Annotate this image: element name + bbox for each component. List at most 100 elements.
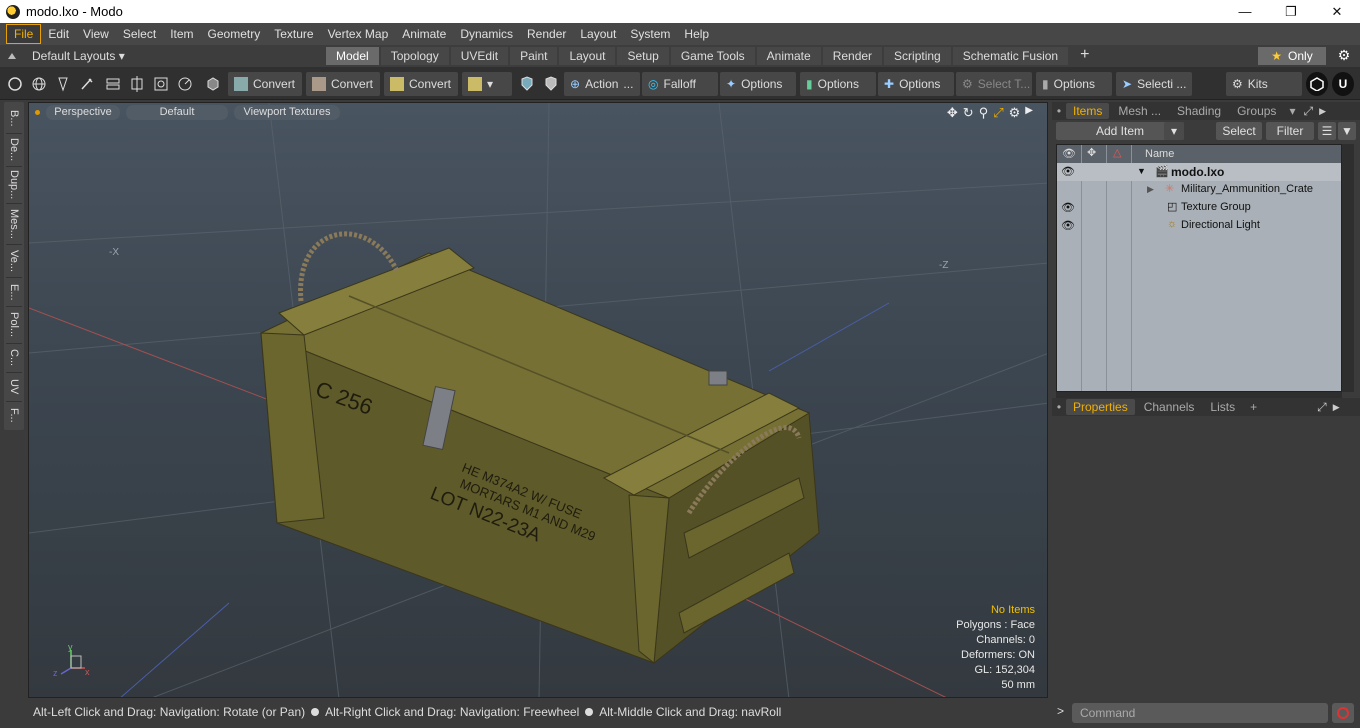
convert-button-1[interactable]: Convert — [228, 72, 302, 96]
options-button-2[interactable]: ▮ Options — [800, 72, 876, 96]
menu-animate[interactable]: Animate — [395, 25, 453, 43]
options-button-1[interactable]: ✦ Options — [720, 72, 796, 96]
menu-geometry[interactable]: Geometry — [201, 25, 268, 43]
menu-item[interactable]: Item — [163, 25, 200, 43]
menu-layout[interactable]: Layout — [573, 25, 623, 43]
menu-edit[interactable]: Edit — [41, 25, 76, 43]
tab-topology[interactable]: Topology — [380, 47, 449, 65]
kits-button[interactable]: ⚙ Kits — [1226, 72, 1302, 96]
panel-dot-icon[interactable]: • — [1052, 400, 1066, 414]
tab-uvedit[interactable]: UVEdit — [450, 47, 509, 65]
command-clear-icon[interactable] — [1332, 703, 1354, 723]
collapse-arrow-icon[interactable] — [8, 53, 16, 59]
add-tab-plus-icon[interactable]: + — [1070, 47, 1099, 65]
palette-tab-edge[interactable]: E... — [4, 279, 24, 305]
render-column-icon[interactable]: △ — [1113, 146, 1121, 159]
panel-dot-icon[interactable]: • — [1052, 104, 1066, 118]
menu-file[interactable]: File — [6, 24, 42, 44]
select-button[interactable]: Select — [1216, 122, 1262, 140]
maximize-view-icon[interactable]: ⤢ — [993, 105, 1003, 121]
viewport-expand-arrow-icon[interactable]: ▶ — [1025, 105, 1033, 121]
viewport-gear-icon[interactable]: ⚙ — [1009, 105, 1021, 121]
tab-mesh-ops[interactable]: Mesh ... — [1111, 103, 1168, 119]
palette-tab-uv[interactable]: UV — [4, 374, 24, 400]
funnel-filter-icon[interactable]: ▼ — [1338, 122, 1356, 140]
collapsed-arrow-icon[interactable]: ▶ — [1147, 184, 1154, 195]
menu-system[interactable]: System — [623, 25, 677, 43]
tab-items[interactable]: Items — [1066, 103, 1110, 119]
symmetry-icon[interactable] — [102, 72, 124, 96]
tab-shading[interactable]: Shading — [1170, 103, 1228, 119]
options-button-3[interactable]: ✚ Options — [878, 72, 954, 96]
item-row-mesh[interactable]: ▶ ✳ Military_Ammunition_Crate — [1057, 181, 1341, 199]
tab-layout[interactable]: Layout — [559, 47, 616, 65]
visibility-eye-icon[interactable]: 👁 — [1061, 219, 1075, 233]
name-column-header[interactable]: Name — [1145, 148, 1174, 160]
tab-animate[interactable]: Animate — [756, 47, 821, 65]
menu-view[interactable]: View — [76, 25, 116, 43]
add-item-dropdown-icon[interactable]: ▾ — [1164, 122, 1184, 140]
panel-expand-icon[interactable]: ▶ — [1333, 402, 1340, 413]
item-row-texture-group[interactable]: 👁 ◰ Texture Group — [1057, 199, 1341, 217]
palette-tab-duplicate[interactable]: Dup... — [4, 168, 24, 202]
action-center-icon[interactable] — [174, 72, 196, 96]
tab-paint[interactable]: Paint — [510, 47, 558, 65]
viewport-menu-dot-icon[interactable] — [35, 109, 40, 115]
palette-tab-deform[interactable]: De... — [4, 135, 24, 165]
pen-tool-icon[interactable] — [52, 72, 74, 96]
palette-tab-mesh[interactable]: Mes... — [4, 205, 24, 243]
menu-help[interactable]: Help — [677, 25, 716, 43]
convert-button-3[interactable]: Convert — [384, 72, 458, 96]
item-row-scene[interactable]: 👁 ▼ 🎬 modo.lxo — [1057, 163, 1341, 181]
tab-lists[interactable]: Lists — [1203, 399, 1242, 415]
tab-scripting[interactable]: Scripting — [884, 47, 951, 65]
globe-icon[interactable] — [28, 72, 50, 96]
maximize-button[interactable]: ❐ — [1268, 0, 1314, 23]
tab-channels[interactable]: Channels — [1137, 399, 1202, 415]
expand-arrow-icon[interactable]: ▼ — [1137, 166, 1146, 176]
tab-groups[interactable]: Groups — [1230, 103, 1283, 119]
only-toggle[interactable]: ★ Only — [1258, 47, 1326, 65]
menu-dynamics[interactable]: Dynamics — [453, 25, 520, 43]
pan-move-icon[interactable]: ✥ — [947, 105, 958, 121]
tab-model[interactable]: Model — [326, 47, 379, 65]
palette-tab-basic[interactable]: B... — [4, 104, 24, 132]
select-vertices-icon[interactable] — [4, 72, 26, 96]
tab-schematic-fusion[interactable]: Schematic Fusion — [952, 47, 1069, 65]
selection-button[interactable]: ➤ Selecti ... — [1116, 72, 1192, 96]
list-options-icon[interactable]: ☰ — [1318, 122, 1336, 140]
brush-icon[interactable] — [76, 72, 98, 96]
palette-tab-polygon[interactable]: Pol... — [4, 308, 24, 342]
tab-game-tools[interactable]: Game Tools — [670, 47, 755, 65]
panel-maximize-icon[interactable]: ⤢ — [1317, 400, 1327, 415]
view-shading-textures[interactable]: Viewport Textures — [234, 104, 340, 120]
menu-vertex-map[interactable]: Vertex Map — [321, 25, 396, 43]
command-input[interactable]: Command — [1072, 703, 1328, 723]
workplane-icon[interactable] — [126, 72, 148, 96]
view-style-default[interactable]: Default — [126, 104, 228, 120]
rotate-icon[interactable]: ↻ — [963, 105, 974, 121]
unreal-icon[interactable]: U — [1332, 72, 1354, 96]
item-row-directional-light[interactable]: 👁 ☼ Directional Light — [1057, 217, 1341, 235]
tab-properties[interactable]: Properties — [1066, 399, 1135, 415]
tabs-dropdown-icon[interactable]: ▾ — [1289, 104, 1295, 118]
visibility-column-eye-icon[interactable]: 👁 — [1062, 147, 1076, 160]
gear-icon[interactable]: ⚙ — [1334, 47, 1354, 65]
action-button[interactable]: ⊕ Action... — [564, 72, 640, 96]
menu-texture[interactable]: Texture — [267, 25, 320, 43]
visibility-eye-icon[interactable]: 👁 — [1061, 201, 1075, 215]
falloff-button[interactable]: ◎ Falloff — [642, 72, 718, 96]
options-button-4[interactable]: ▮ Options — [1036, 72, 1112, 96]
shield-icon[interactable] — [516, 72, 538, 96]
view-type-perspective[interactable]: Perspective — [46, 104, 120, 120]
zoom-search-icon[interactable]: ⚲ — [979, 105, 989, 121]
add-panel-tab-plus-icon[interactable]: + — [1250, 400, 1257, 414]
palette-tab-curve[interactable]: C... — [4, 345, 24, 371]
mesh-type-dropdown[interactable]: ▾ — [462, 72, 512, 96]
select-through-button[interactable]: ⚙ Select T... — [956, 72, 1032, 96]
3d-viewport[interactable]: C 256 HE M374A2 W/ FUSE MORTARS M1 AND M… — [28, 102, 1048, 698]
unity-icon[interactable] — [1306, 72, 1328, 96]
palette-tab-fusion[interactable]: F... — [4, 403, 24, 427]
menu-select[interactable]: Select — [116, 25, 163, 43]
layout-selector[interactable]: Default Layouts ▾ — [8, 45, 125, 67]
